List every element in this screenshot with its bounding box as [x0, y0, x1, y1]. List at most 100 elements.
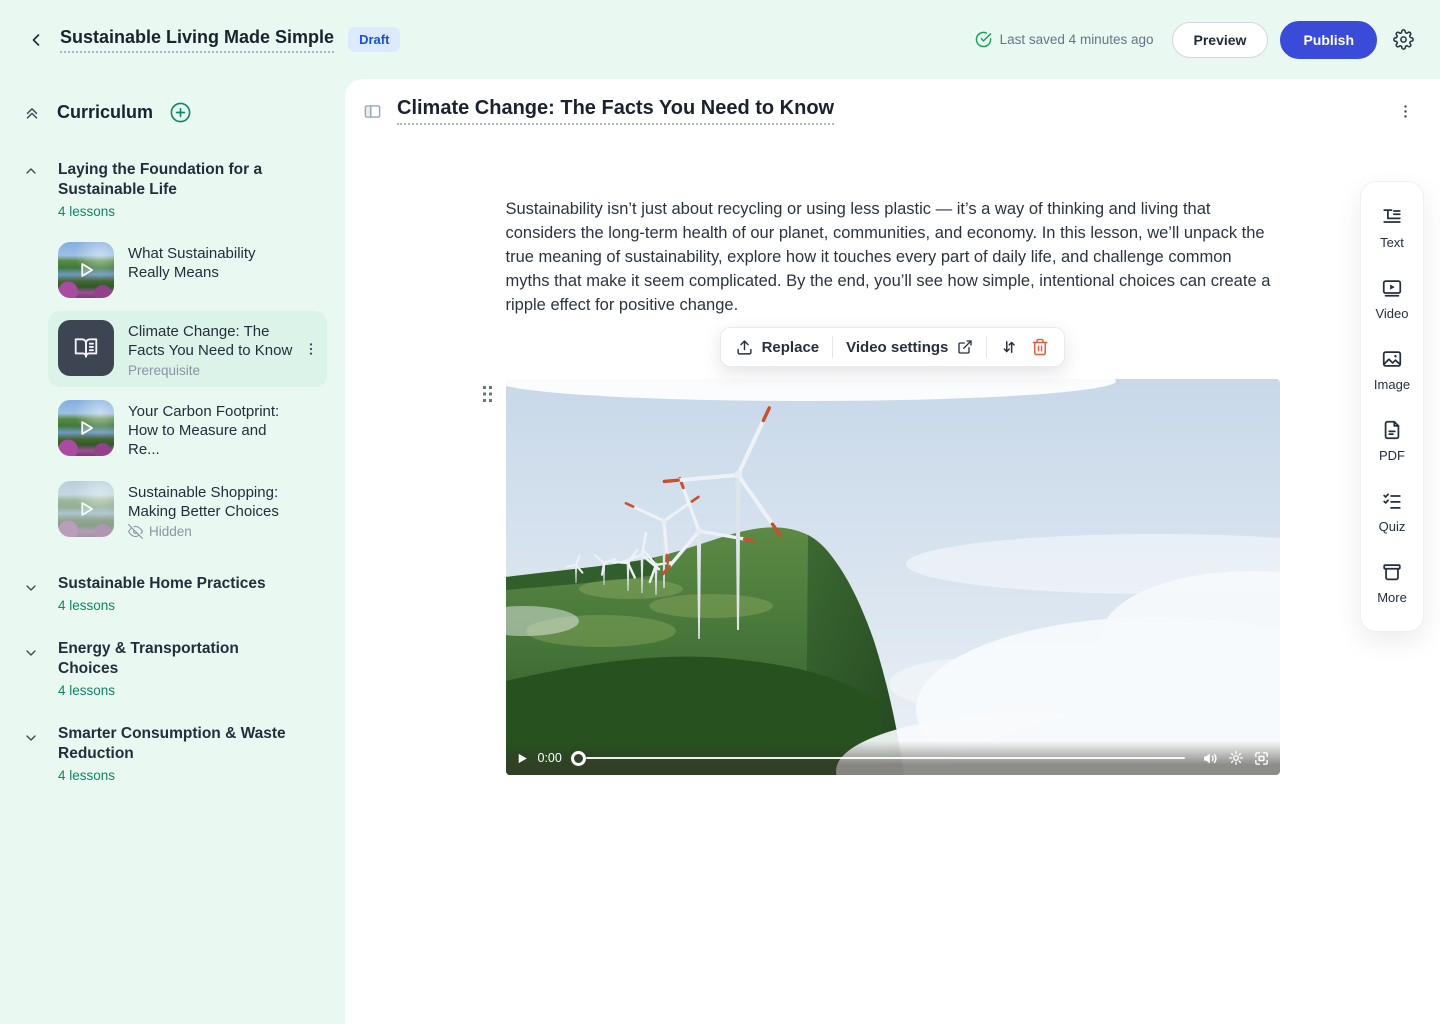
kebab-icon: [1397, 103, 1414, 120]
eye-off-icon: [128, 524, 143, 539]
quiz-icon: [1381, 490, 1403, 512]
back-button[interactable]: [22, 26, 50, 54]
insert-video-button[interactable]: Video: [1375, 277, 1408, 321]
toolbar-divider: [832, 336, 833, 358]
lesson-editor-canvas: Climate Change: The Facts You Need to Kn…: [345, 79, 1440, 1024]
book-open-icon: [73, 335, 99, 361]
double-chevron-up-icon: [23, 104, 41, 122]
curriculum-title: Curriculum: [57, 102, 153, 123]
lesson-item-climate-change[interactable]: Climate Change: The Facts You Need to Kn…: [48, 311, 327, 387]
volume-button[interactable]: [1202, 750, 1219, 767]
more-icon: [1381, 561, 1403, 583]
section-title: Sustainable Home Practices: [58, 574, 266, 594]
upload-icon: [736, 339, 753, 356]
play-icon: [58, 242, 114, 298]
play-icon: [516, 752, 529, 765]
insert-block-panel: Text Video Image PDF Quiz More: [1360, 181, 1424, 632]
lesson-title: Climate Change: The Facts You Need to Kn…: [128, 322, 300, 360]
section-title: Laying the Foundation for a Sustainable …: [58, 160, 293, 200]
section-lesson-count: 4 lessons: [58, 204, 293, 219]
external-link-icon: [957, 339, 973, 355]
chevron-down-icon[interactable]: [23, 724, 41, 783]
lesson-intro-paragraph[interactable]: Sustainability isn’t just about recyclin…: [506, 197, 1280, 317]
text-icon: [1381, 206, 1403, 228]
last-saved-text: Last saved 4 minutes ago: [1000, 32, 1154, 47]
gear-icon: [1393, 29, 1414, 50]
player-settings-button[interactable]: [1228, 750, 1244, 766]
insert-image-button[interactable]: Image: [1374, 348, 1410, 392]
panel-layout-icon: [363, 102, 382, 121]
lesson-video-thumbnail: [58, 242, 114, 298]
toggle-sidebar-button[interactable]: [363, 102, 382, 121]
video-player[interactable]: 0:00: [506, 379, 1280, 775]
section-header-foundation[interactable]: Laying the Foundation for a Sustainable …: [18, 160, 327, 219]
lesson-page-title[interactable]: Climate Change: The Facts You Need to Kn…: [397, 97, 834, 125]
section-header-energy-transportation[interactable]: Energy & Transportation Choices 4 lesson…: [18, 639, 327, 698]
section-title: Smarter Consumption & Waste Reduction: [58, 724, 293, 764]
drag-dots-icon: [481, 384, 494, 404]
last-saved-status: Last saved 4 minutes ago: [975, 31, 1154, 48]
kebab-icon: [303, 341, 319, 357]
gear-icon: [1228, 750, 1244, 766]
lesson-reading-thumbnail: [58, 320, 114, 376]
trash-icon: [1031, 338, 1049, 356]
lesson-menu-button[interactable]: [303, 341, 319, 357]
lesson-video-thumbnail: [58, 481, 114, 537]
add-section-button[interactable]: [169, 101, 192, 124]
preview-button[interactable]: Preview: [1172, 22, 1269, 58]
chevron-down-icon[interactable]: [23, 639, 41, 698]
insert-quiz-button[interactable]: Quiz: [1379, 490, 1406, 534]
settings-button[interactable]: [1393, 29, 1414, 50]
status-badge: Draft: [348, 27, 400, 52]
lesson-item-carbon-footprint[interactable]: Your Carbon Footprint: How to Measure an…: [48, 391, 327, 468]
video-controls: 0:00: [506, 741, 1280, 775]
insert-more-button[interactable]: More: [1377, 561, 1407, 605]
publish-button[interactable]: Publish: [1280, 21, 1377, 59]
curriculum-section: Sustainable Home Practices 4 lessons: [18, 574, 327, 613]
replace-video-button[interactable]: Replace: [736, 339, 820, 356]
chevron-down-icon[interactable]: [23, 574, 41, 613]
collapse-all-button[interactable]: [23, 104, 41, 122]
play-button[interactable]: [516, 752, 529, 765]
play-icon: [58, 481, 114, 537]
fullscreen-button[interactable]: [1253, 750, 1270, 767]
sort-arrows-icon: [1000, 338, 1018, 356]
video-settings-button[interactable]: Video settings: [846, 339, 973, 356]
block-drag-handle[interactable]: [481, 384, 494, 404]
section-header-smarter-consumption[interactable]: Smarter Consumption & Waste Reduction 4 …: [18, 724, 327, 783]
section-lesson-count: 4 lessons: [58, 598, 266, 613]
image-icon: [1381, 348, 1403, 370]
section-lesson-count: 4 lessons: [58, 683, 293, 698]
volume-icon: [1202, 750, 1219, 767]
video-block-toolbar: Replace Video settings: [720, 327, 1066, 367]
seek-track[interactable]: [586, 757, 1185, 760]
lesson-badge-hidden: Hidden: [149, 524, 192, 539]
check-circle-icon: [975, 31, 992, 48]
delete-block-button[interactable]: [1031, 338, 1049, 356]
section-header-home-practices[interactable]: Sustainable Home Practices 4 lessons: [18, 574, 327, 613]
current-time: 0:00: [538, 751, 562, 765]
lesson-title: Your Carbon Footprint: How to Measure an…: [128, 402, 300, 459]
seek-handle[interactable]: [571, 751, 586, 766]
lesson-options-button[interactable]: [1397, 103, 1414, 120]
move-block-button[interactable]: [1000, 338, 1018, 356]
lesson-item-what-sustainability[interactable]: What Sustainability Really Means: [48, 233, 327, 307]
plus-circle-icon: [169, 101, 192, 124]
chevron-up-icon[interactable]: [23, 160, 41, 219]
fullscreen-icon: [1253, 750, 1270, 767]
curriculum-sidebar: Curriculum Laying the Foundation for a S…: [0, 79, 345, 1024]
curriculum-section: Energy & Transportation Choices 4 lesson…: [18, 639, 327, 698]
seek-bar[interactable]: [571, 751, 1193, 766]
video-icon: [1381, 277, 1403, 299]
lesson-badge-prerequisite: Prerequisite: [128, 363, 300, 378]
course-title[interactable]: Sustainable Living Made Simple: [60, 27, 334, 53]
lesson-video-thumbnail: [58, 400, 114, 456]
chevron-left-icon: [26, 30, 46, 50]
lesson-item-sustainable-shopping[interactable]: Sustainable Shopping: Making Better Choi…: [48, 472, 327, 548]
toolbar-divider: [986, 336, 987, 358]
lesson-title: Sustainable Shopping: Making Better Choi…: [128, 483, 300, 521]
insert-text-button[interactable]: Text: [1380, 206, 1404, 250]
insert-pdf-button[interactable]: PDF: [1379, 419, 1405, 463]
section-title: Energy & Transportation Choices: [58, 639, 293, 679]
play-icon: [58, 400, 114, 456]
